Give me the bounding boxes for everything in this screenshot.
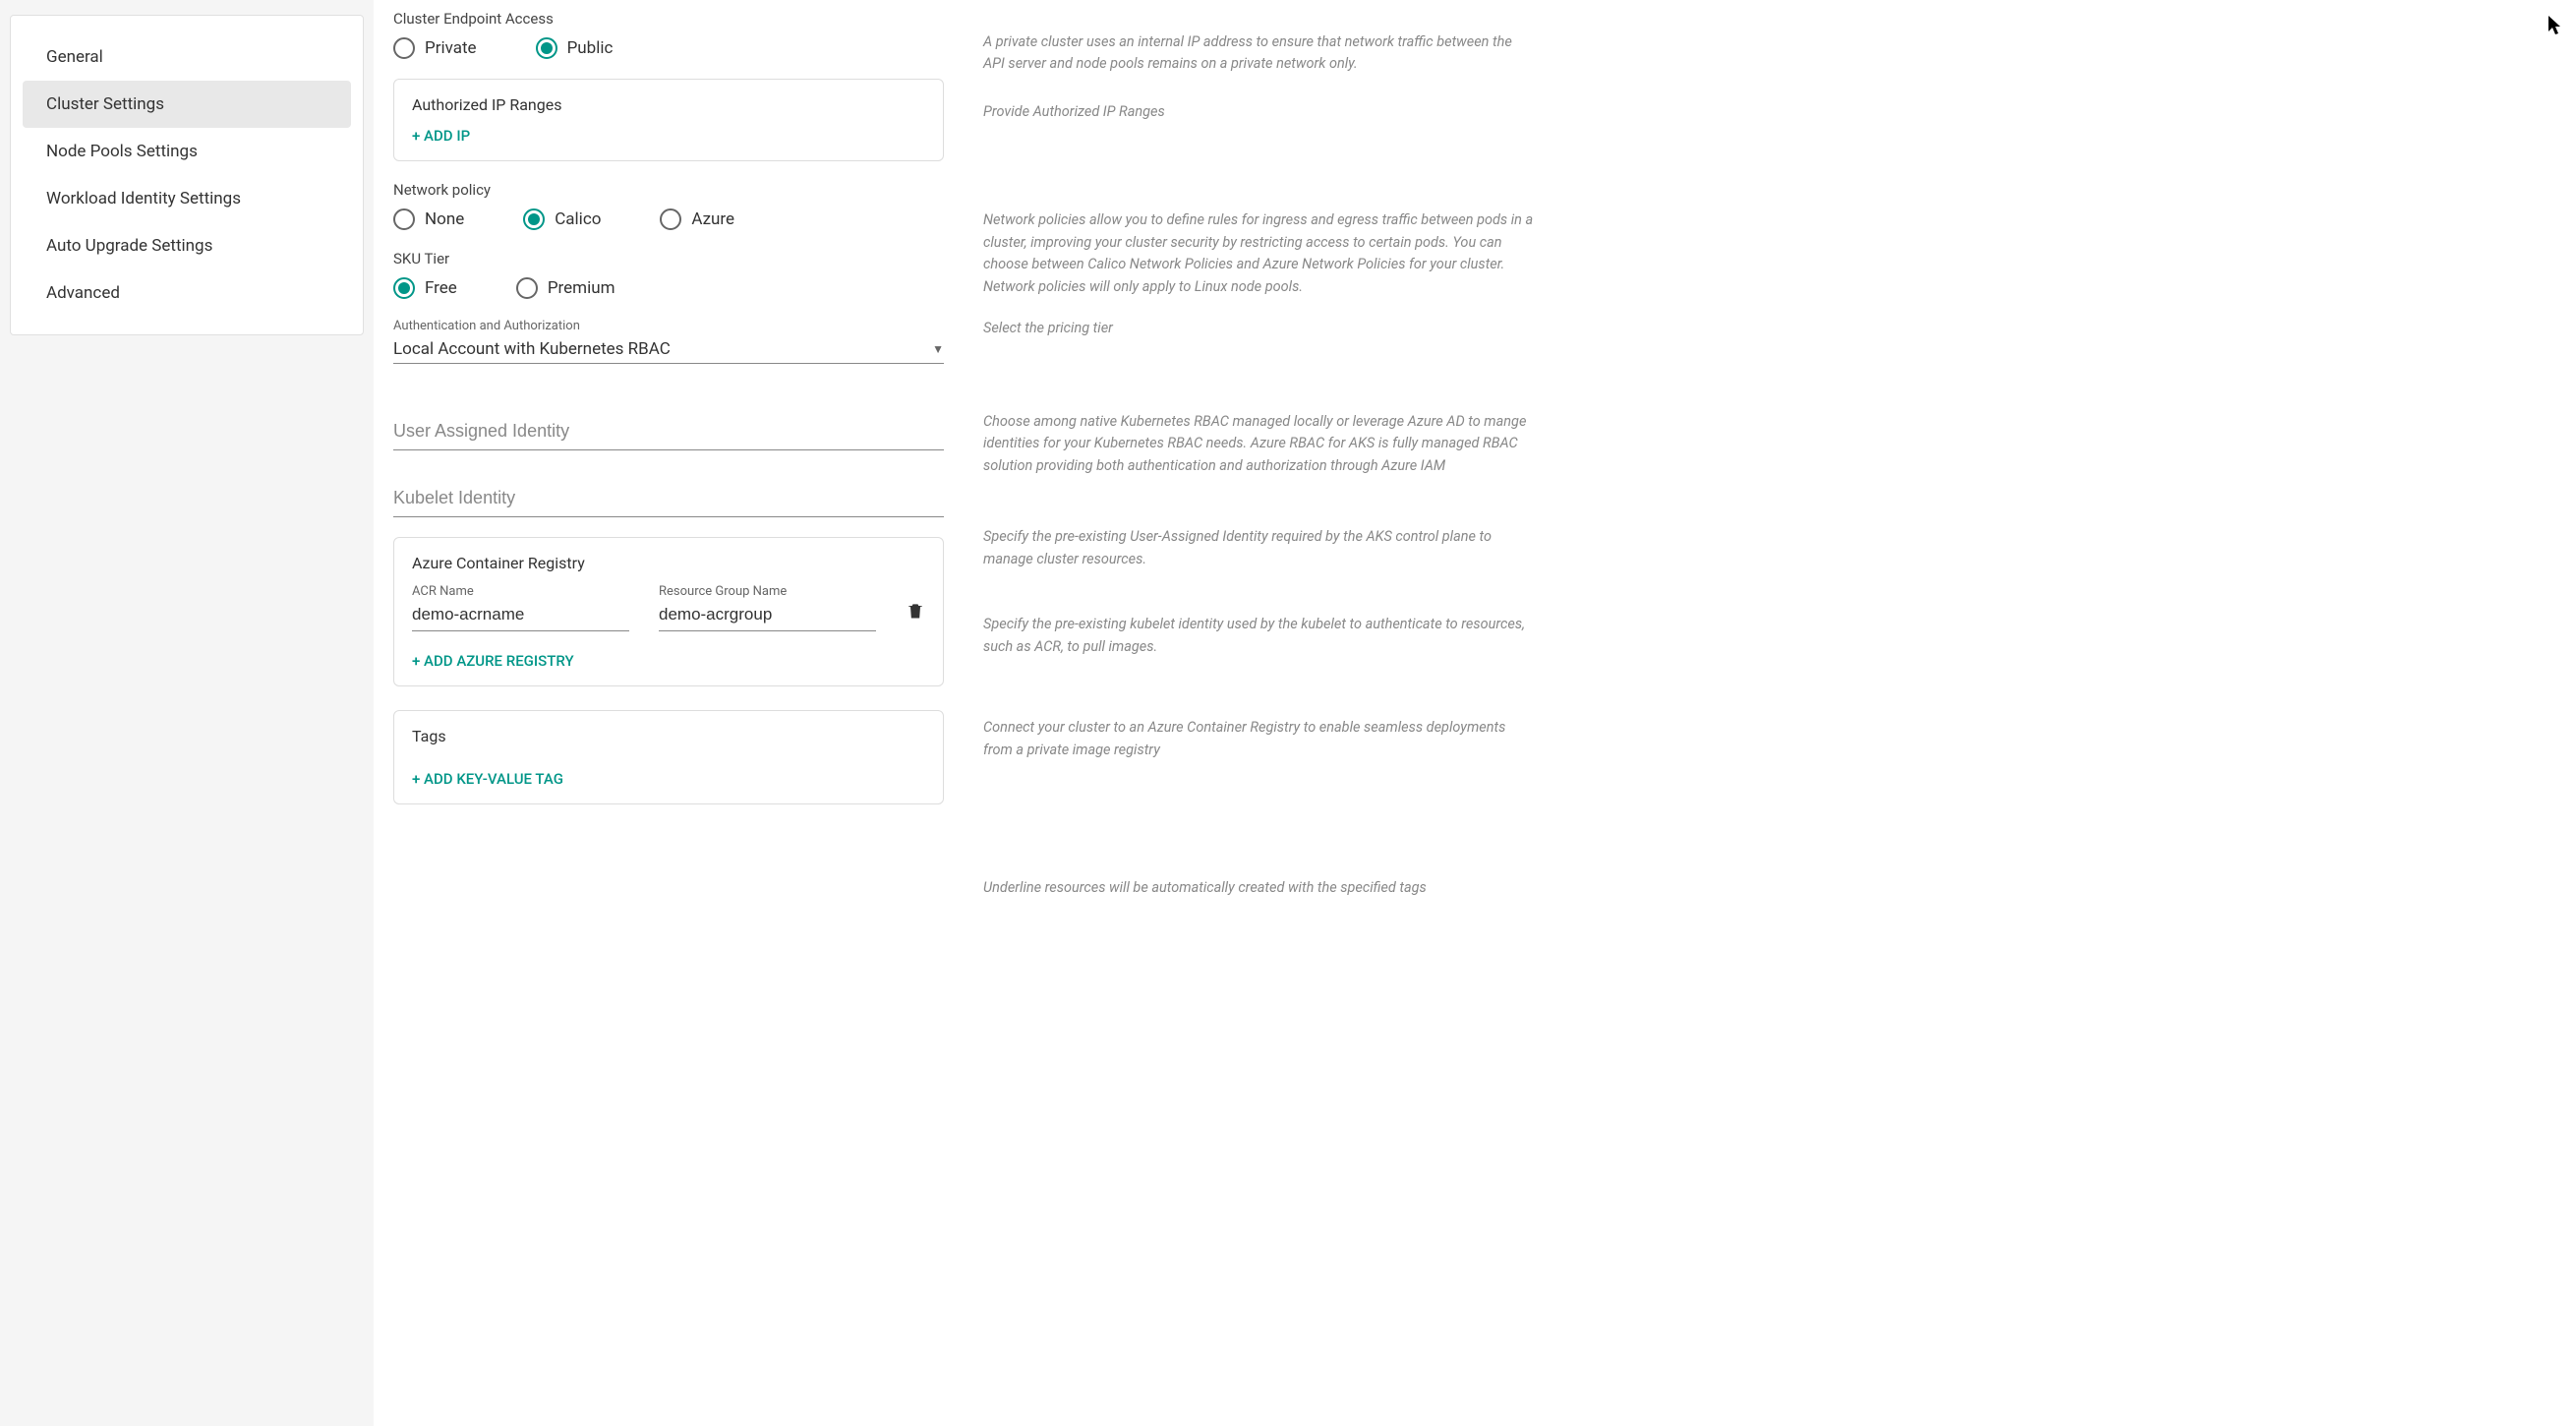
sidebar-item-node-pools[interactable]: Node Pools Settings <box>23 128 351 175</box>
sidebar-item-general[interactable]: General <box>23 33 351 81</box>
chevron-down-icon: ▼ <box>932 342 944 356</box>
sidebar-item-workload-identity[interactable]: Workload Identity Settings <box>23 175 351 222</box>
radio-label-private: Private <box>425 38 477 58</box>
tags-title: Tags <box>412 727 925 745</box>
radio-label-premium: Premium <box>548 278 615 298</box>
user-assigned-identity-input[interactable] <box>393 413 944 450</box>
add-azure-registry-button[interactable]: + ADD AZURE REGISTRY <box>412 652 574 670</box>
kubelet-identity-input[interactable] <box>393 480 944 517</box>
help-network-policy: Network policies allow you to define rul… <box>983 209 1534 298</box>
sku-tier-label: SKU Tier <box>393 250 944 267</box>
radio-label-calico: Calico <box>555 209 601 229</box>
delete-acr-button[interactable] <box>906 600 925 631</box>
radio-sku-premium[interactable]: Premium <box>516 277 615 299</box>
auth-label: Authentication and Authorization <box>393 319 944 333</box>
add-tag-button[interactable]: + ADD KEY-VALUE TAG <box>412 770 563 788</box>
auth-value: Local Account with Kubernetes RBAC <box>393 339 671 359</box>
help-cluster-endpoint: A private cluster uses an internal IP ad… <box>983 31 1534 76</box>
radio-endpoint-public[interactable]: Public <box>536 37 614 59</box>
sidebar-item-auto-upgrade[interactable]: Auto Upgrade Settings <box>23 222 351 269</box>
radio-sku-free[interactable]: Free <box>393 277 457 299</box>
acr-name-input[interactable] <box>412 601 629 631</box>
trash-icon <box>906 600 925 622</box>
help-user-assigned-identity: Specify the pre-existing User-Assigned I… <box>983 526 1534 570</box>
sidebar-item-advanced[interactable]: Advanced <box>23 269 351 317</box>
acr-group-input[interactable] <box>659 601 876 631</box>
radio-endpoint-private[interactable]: Private <box>393 37 477 59</box>
radio-label-free: Free <box>425 278 457 298</box>
help-auth: Choose among native Kubernetes RBAC mana… <box>983 411 1534 477</box>
help-acr: Connect your cluster to an Azure Contain… <box>983 717 1534 761</box>
cursor-icon <box>2548 16 2562 39</box>
acr-name-label: ACR Name <box>412 584 629 599</box>
add-ip-button[interactable]: + ADD IP <box>412 127 470 145</box>
radio-label-public: Public <box>567 38 614 58</box>
network-policy-label: Network policy <box>393 181 944 199</box>
sidebar: General Cluster Settings Node Pools Sett… <box>0 0 374 1426</box>
help-authorized-ip: Provide Authorized IP Ranges <box>983 101 1534 123</box>
radio-network-azure[interactable]: Azure <box>660 208 734 230</box>
radio-label-none: None <box>425 209 464 229</box>
help-sku-tier: Select the pricing tier <box>983 318 1534 339</box>
cluster-endpoint-label: Cluster Endpoint Access <box>393 10 944 28</box>
radio-label-azure: Azure <box>691 209 734 229</box>
auth-select[interactable]: Local Account with Kubernetes RBAC ▼ <box>393 335 944 364</box>
acr-title: Azure Container Registry <box>412 554 925 572</box>
acr-group-label: Resource Group Name <box>659 584 876 599</box>
help-kubelet-identity: Specify the pre-existing kubelet identit… <box>983 614 1534 658</box>
radio-network-none[interactable]: None <box>393 208 464 230</box>
radio-network-calico[interactable]: Calico <box>523 208 601 230</box>
sidebar-item-cluster-settings[interactable]: Cluster Settings <box>23 81 351 128</box>
authorized-ip-title: Authorized IP Ranges <box>412 95 925 114</box>
help-tags: Underline resources will be automaticall… <box>983 877 1534 899</box>
